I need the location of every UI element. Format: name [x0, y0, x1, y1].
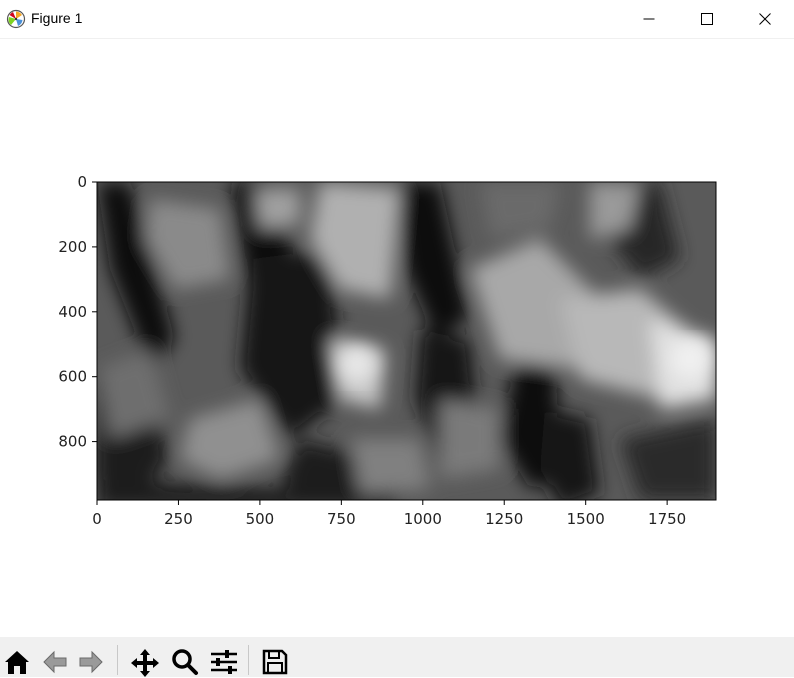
- pan-button[interactable]: [128, 641, 162, 677]
- save-button[interactable]: [258, 641, 292, 677]
- close-icon: [759, 13, 771, 25]
- home-icon: [5, 651, 29, 674]
- y-tick-label: 800: [58, 433, 87, 451]
- x-tick-label: 750: [327, 510, 356, 528]
- window-title: Figure 1: [31, 10, 83, 26]
- home-button[interactable]: [0, 641, 34, 677]
- x-tick-label: 0: [92, 510, 102, 528]
- navigation-toolbar: [0, 637, 794, 677]
- zoom-button[interactable]: [168, 641, 202, 677]
- maximize-button[interactable]: [684, 0, 730, 38]
- toolbar-separator: [248, 645, 249, 675]
- maximize-icon: [701, 13, 713, 25]
- x-tick-label: 250: [164, 510, 193, 528]
- x-tick-label: 1250: [485, 510, 523, 528]
- x-axis: 0 250 500 750 1000 1250 1500 1750: [92, 500, 686, 528]
- figure-canvas[interactable]: 0 250 500 750 1000 1250 1500 1750 0 200 400 600 800: [0, 39, 794, 637]
- toolbar-separator: [117, 645, 118, 675]
- heatmap-image: [97, 182, 716, 500]
- y-axis: 0 200 400 600 800: [58, 173, 97, 451]
- y-tick-label: 0: [77, 173, 87, 191]
- move-icon: [131, 649, 159, 677]
- minimize-button[interactable]: [626, 0, 672, 38]
- x-tick-label: 1000: [404, 510, 442, 528]
- y-tick-label: 400: [58, 303, 87, 321]
- matplotlib-logo-icon: [6, 9, 26, 29]
- x-tick-label: 500: [246, 510, 275, 528]
- y-tick-label: 200: [58, 238, 87, 256]
- x-tick-label: 1500: [567, 510, 605, 528]
- close-button[interactable]: [742, 0, 788, 38]
- magnifier-icon: [172, 649, 198, 675]
- plot-area: 0 250 500 750 1000 1250 1500 1750 0 200 400 600 800: [58, 173, 717, 528]
- floppy-icon: [262, 649, 288, 675]
- arrow-right-icon: [79, 650, 103, 674]
- x-tick-label: 1750: [648, 510, 686, 528]
- configure-subplots-button[interactable]: [207, 641, 241, 677]
- title-bar: Figure 1: [0, 0, 794, 39]
- y-tick-label: 600: [58, 368, 87, 386]
- minimize-icon: [643, 18, 655, 20]
- forward-button[interactable]: [74, 641, 108, 677]
- back-button[interactable]: [38, 641, 72, 677]
- sliders-icon: [211, 650, 237, 674]
- arrow-left-icon: [43, 650, 67, 674]
